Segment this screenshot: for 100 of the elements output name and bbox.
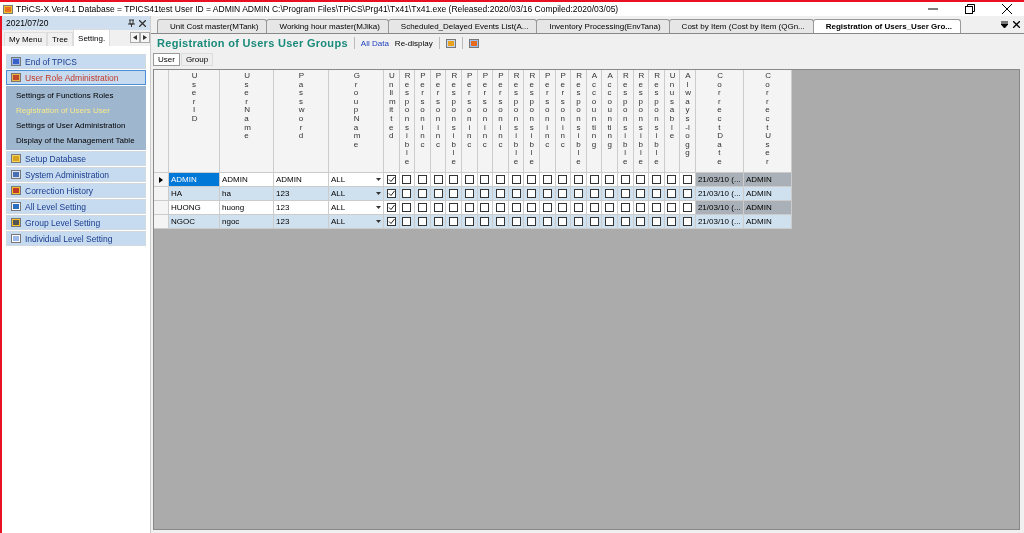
checkbox[interactable] (558, 189, 568, 199)
checkbox[interactable] (527, 189, 537, 199)
menu-item[interactable]: Settings of User Administration (6, 118, 146, 133)
checkbox[interactable] (683, 189, 693, 199)
checkbox[interactable] (418, 175, 427, 185)
menu-item[interactable]: Settings of Functions Roles (6, 88, 146, 103)
checkbox[interactable] (449, 203, 459, 213)
checkbox[interactable] (589, 217, 599, 227)
checkbox[interactable] (651, 189, 661, 199)
checkbox[interactable] (402, 175, 412, 185)
checkbox[interactable] (651, 217, 661, 227)
checkbox[interactable] (511, 217, 521, 227)
checkbox[interactable] (464, 217, 474, 227)
checkbox[interactable] (542, 189, 552, 199)
checkbox[interactable] (386, 217, 396, 227)
checkbox[interactable] (683, 175, 693, 185)
checkbox[interactable] (636, 175, 646, 185)
checkbox[interactable] (449, 189, 459, 199)
checkbox[interactable] (433, 203, 443, 213)
menu-group[interactable]: Individual Level Setting (6, 231, 146, 246)
checkbox[interactable] (511, 189, 521, 199)
checkbox[interactable] (402, 217, 412, 227)
checkbox[interactable] (480, 217, 490, 227)
checkbox[interactable] (418, 203, 427, 213)
checkbox[interactable] (573, 203, 583, 213)
checkbox[interactable] (511, 203, 521, 213)
menu-group[interactable]: Group Level Setting (6, 215, 146, 230)
checkbox[interactable] (636, 217, 646, 227)
checkbox[interactable] (605, 189, 615, 199)
pin-icon[interactable] (128, 19, 135, 27)
checkbox[interactable] (418, 217, 427, 227)
checkbox[interactable] (667, 189, 677, 199)
checkbox[interactable] (620, 175, 630, 185)
checkbox[interactable] (542, 175, 552, 185)
sub-tab[interactable]: User (153, 53, 180, 66)
checkbox[interactable] (449, 217, 459, 227)
checkbox[interactable] (480, 189, 490, 199)
checkbox[interactable] (651, 203, 661, 213)
checkbox[interactable] (573, 189, 583, 199)
checkbox[interactable] (683, 217, 693, 227)
menu-group[interactable]: Setup Database (6, 151, 146, 166)
checkbox[interactable] (386, 203, 396, 213)
scroll-right-button[interactable] (140, 32, 150, 43)
checkbox[interactable] (386, 175, 396, 185)
scroll-left-button[interactable] (130, 32, 140, 43)
checkbox[interactable] (620, 217, 630, 227)
checkbox[interactable] (558, 203, 568, 213)
tab-list-icon[interactable] (1001, 21, 1008, 28)
checkbox[interactable] (542, 217, 552, 227)
checkbox[interactable] (651, 175, 661, 185)
checkbox[interactable] (480, 175, 490, 185)
document-tab[interactable]: Registration of Users_User Gro... (812, 19, 961, 33)
checkbox[interactable] (495, 203, 505, 213)
checkbox[interactable] (573, 175, 583, 185)
checkbox[interactable] (464, 203, 474, 213)
restore-icon[interactable] (965, 4, 975, 14)
checkbox[interactable] (573, 217, 583, 227)
close-icon[interactable] (1002, 4, 1012, 14)
checkbox[interactable] (433, 217, 443, 227)
menu-group[interactable]: All Level Setting (6, 199, 146, 214)
checkbox[interactable] (449, 175, 459, 185)
checkbox[interactable] (589, 189, 599, 199)
checkbox[interactable] (636, 203, 646, 213)
checkbox[interactable] (495, 189, 505, 199)
checkbox[interactable] (589, 203, 599, 213)
checkbox[interactable] (620, 189, 630, 199)
checkbox[interactable] (589, 175, 599, 185)
checkbox[interactable] (464, 189, 474, 199)
document-tab[interactable]: Inventory Processing(EnvTana) (536, 19, 670, 33)
checkbox[interactable] (495, 217, 505, 227)
checkbox[interactable] (683, 203, 693, 213)
checkbox[interactable] (605, 203, 615, 213)
sub-tab[interactable]: Group (180, 53, 214, 66)
checkbox[interactable] (402, 189, 412, 199)
menu-group[interactable]: End of TPICS (6, 54, 146, 69)
checkbox[interactable] (464, 175, 474, 185)
checkbox[interactable] (620, 203, 630, 213)
checkbox[interactable] (480, 203, 490, 213)
checkbox[interactable] (527, 203, 537, 213)
checkbox[interactable] (527, 217, 537, 227)
checkbox[interactable] (667, 203, 677, 213)
menu-group[interactable]: System Administration (6, 167, 146, 182)
document-tab[interactable]: Scheduled_Delayed Events List(A... (387, 19, 538, 33)
checkbox[interactable] (667, 175, 677, 185)
checkbox[interactable] (605, 217, 615, 227)
document-tab[interactable]: Working hour master(MJika) (266, 19, 389, 33)
toolbar-button[interactable]: Re-display (394, 38, 433, 48)
checkbox[interactable] (433, 175, 443, 185)
checkbox[interactable] (636, 189, 646, 199)
close-icon[interactable] (139, 19, 146, 27)
checkbox[interactable] (667, 217, 677, 227)
checkbox[interactable] (433, 189, 443, 199)
toolbar-button[interactable]: All Data (360, 38, 389, 48)
checkbox[interactable] (527, 175, 537, 185)
checkbox[interactable] (495, 175, 505, 185)
checkbox[interactable] (511, 175, 521, 185)
menu-group[interactable]: Correction History (6, 183, 146, 198)
sidebar-tab[interactable]: Setting. (73, 29, 111, 46)
checkbox[interactable] (402, 203, 412, 213)
checkbox[interactable] (558, 217, 568, 227)
